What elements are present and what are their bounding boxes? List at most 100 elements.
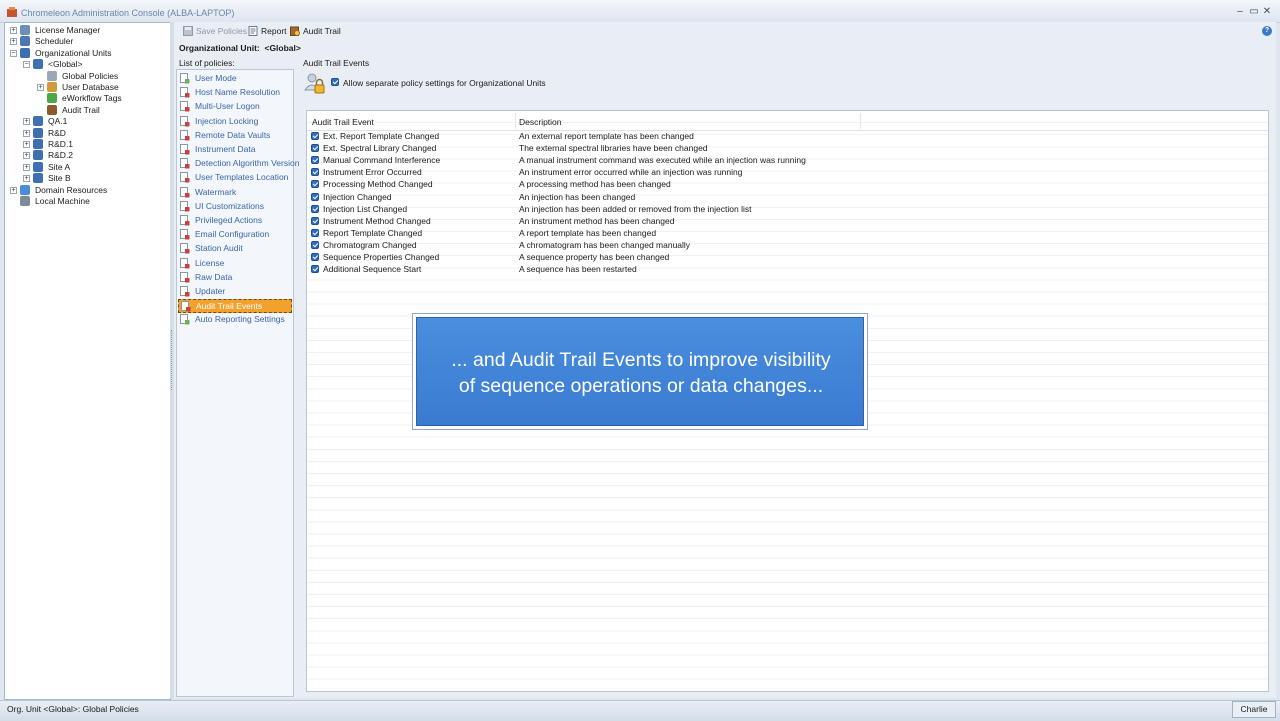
expand-icon[interactable]: + [23, 118, 30, 126]
policy-item[interactable]: Email Configuration [178, 228, 292, 241]
table-row[interactable]: Report Template Changed A report template… [307, 227, 1268, 239]
allow-separate-policy-label: Allow separate policy settings for Organ… [343, 78, 546, 88]
expand-icon[interactable]: + [10, 38, 17, 46]
policy-item[interactable]: Detection Algorithm Version [178, 157, 299, 170]
event-enabled-checkbox[interactable] [311, 180, 319, 189]
policy-icon [181, 301, 191, 312]
expand-icon[interactable]: + [10, 27, 17, 34]
scheduler-icon [20, 36, 30, 47]
table-row[interactable]: Additional Sequence Start A sequence has … [307, 263, 1268, 275]
policy-icon [180, 229, 190, 240]
policy-icon [180, 73, 190, 84]
table-row[interactable]: Instrument Error Occurred An instrument e… [307, 166, 1268, 178]
policy-icon [180, 87, 190, 98]
expand-icon[interactable]: + [23, 141, 30, 148]
policy-icon [180, 243, 190, 254]
report-icon [248, 26, 258, 36]
global-policies-icon [47, 70, 57, 81]
event-enabled-checkbox[interactable] [311, 204, 319, 213]
policy-icon [180, 286, 190, 297]
org-unit-icon [33, 139, 43, 149]
policy-item-label: Updater [195, 286, 226, 296]
audit-trail-icon [290, 26, 300, 36]
audit-trail-button[interactable]: Audit Trail [290, 25, 341, 38]
help-icon[interactable]: ? [1262, 26, 1272, 36]
policy-icon [180, 101, 190, 112]
policy-item-label: User Templates Location [195, 172, 289, 183]
policy-item[interactable]: Privileged Actions [178, 214, 292, 227]
policy-item[interactable]: Auto Reporting Settings [178, 313, 292, 326]
table-row[interactable]: Ext. Report Template Changed An external … [307, 130, 1268, 142]
org-unit-heading: Organizational Unit: <Global> [179, 43, 301, 53]
policy-item[interactable]: Multi-User Logon [178, 100, 292, 113]
allow-separate-policy-checkbox[interactable] [331, 78, 339, 86]
tree-item-label: QA.1 [48, 116, 68, 127]
event-enabled-checkbox[interactable] [311, 156, 319, 165]
policy-item[interactable]: User Mode [178, 72, 292, 85]
save-icon [183, 26, 193, 36]
save-policies-button[interactable]: Save Policies [183, 25, 247, 38]
policy-item[interactable]: Raw Data [178, 271, 292, 284]
minimize-button[interactable]: – [1234, 6, 1246, 17]
event-enabled-checkbox[interactable] [311, 216, 319, 225]
policy-item[interactable]: Station Audit [178, 242, 292, 255]
tree-item-label: Global Policies [62, 70, 119, 81]
policy-icon [180, 129, 190, 141]
navigation-tree: + License Manager + Scheduler − Organizationa… [4, 22, 171, 700]
callout-box: ... and Audit Trail Events to improve vi… [416, 317, 864, 426]
column-header-event[interactable]: Audit Trail Event [312, 117, 374, 127]
event-name: Instrument Error Occurred [323, 167, 422, 178]
window-title: Chromeleon Administration Console (ALBA-… [21, 8, 235, 18]
org-unit-icon [33, 173, 43, 184]
license-manager-icon [20, 25, 30, 35]
policy-item[interactable]: User Templates Location [178, 171, 292, 184]
org-unit-icon [33, 161, 43, 172]
event-enabled-checkbox[interactable] [311, 240, 319, 249]
expand-icon[interactable]: + [23, 129, 30, 137]
policy-item[interactable]: Audit Trail Events [178, 299, 292, 314]
expand-icon[interactable]: + [23, 152, 30, 160]
event-enabled-checkbox[interactable] [311, 144, 319, 153]
event-enabled-checkbox[interactable] [311, 265, 319, 274]
table-row[interactable]: Instrument Method Changed An instrument m… [307, 215, 1268, 227]
policy-item-label: Audit Trail Events [196, 301, 263, 312]
audit-trail-label: Audit Trail [303, 26, 341, 36]
expand-icon[interactable]: + [23, 175, 30, 183]
event-enabled-checkbox[interactable] [311, 253, 319, 261]
policy-item[interactable]: Updater [178, 285, 292, 298]
policy-item[interactable]: Instrument Data [178, 143, 292, 156]
table-row[interactable]: Ext. Spectral Library Changed The externa… [307, 142, 1268, 154]
policy-icon [180, 215, 190, 226]
policy-item-label: Multi-User Logon [195, 101, 260, 112]
org-unit-icon [33, 127, 43, 138]
event-enabled-checkbox[interactable] [311, 228, 319, 237]
expand-icon[interactable]: + [37, 84, 44, 91]
column-header-description[interactable]: Description [519, 117, 562, 127]
table-row[interactable]: Injection Changed An injection has been c… [307, 191, 1268, 203]
close-button[interactable]: ✕ [1261, 6, 1273, 17]
collapse-icon[interactable]: − [23, 61, 30, 69]
user-badge[interactable]: Charlie [1232, 701, 1276, 718]
expand-icon[interactable]: + [23, 163, 30, 171]
policy-item[interactable]: Watermark [178, 186, 292, 199]
table-row[interactable]: Processing Method Changed A processing me… [307, 178, 1268, 190]
table-row[interactable]: Manual Command Interference A manual inst… [307, 154, 1268, 166]
restore-button[interactable]: ▭ [1248, 6, 1260, 17]
table-row[interactable]: Chromatogram Changed A chromatogram has b… [307, 239, 1268, 251]
table-row[interactable]: Injection List Changed An injection has b… [307, 203, 1268, 215]
policy-item[interactable]: Host Name Resolution [178, 86, 292, 99]
table-row[interactable]: Sequence Properties Changed A sequence pr… [307, 251, 1268, 263]
policy-item[interactable]: UI Customizations [178, 200, 292, 213]
expand-icon[interactable]: + [10, 186, 17, 194]
event-enabled-checkbox[interactable] [311, 168, 319, 177]
collapse-icon[interactable]: − [10, 49, 17, 57]
policy-item[interactable]: Remote Data Vaults [178, 129, 292, 142]
report-button[interactable]: Report [248, 25, 287, 38]
policy-icon [180, 115, 190, 127]
policy-item[interactable]: License [178, 257, 292, 270]
policy-item[interactable]: Injection Locking [178, 115, 292, 128]
policy-icon [180, 172, 190, 183]
policy-icon [180, 271, 190, 283]
event-enabled-checkbox[interactable] [311, 132, 319, 140]
event-enabled-checkbox[interactable] [311, 192, 319, 201]
